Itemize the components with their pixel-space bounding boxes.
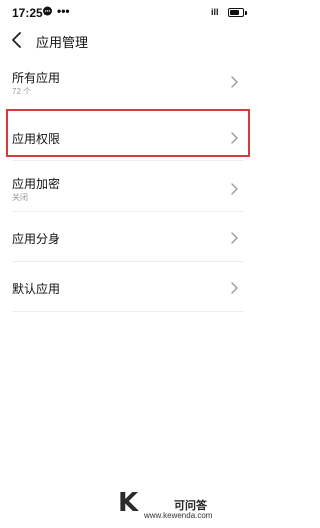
list-item-subtitle: 72 个 — [12, 87, 32, 96]
chevron-right-icon — [231, 76, 238, 88]
header: 应用管理 — [0, 26, 256, 56]
message-icon — [43, 6, 52, 16]
battery-icon — [228, 8, 247, 17]
highlight-box — [6, 109, 250, 157]
watermark: K 可问答 www.kewenda.com — [118, 488, 232, 522]
list-item-default-apps[interactable]: 默认应用 — [0, 262, 256, 312]
status-bar: 17:25 ••• ill — [0, 0, 256, 26]
signal-icon: ill — [211, 7, 219, 17]
page-title: 应用管理 — [36, 35, 89, 50]
status-time: 17:25 — [12, 6, 43, 20]
chevron-right-icon — [231, 232, 238, 244]
divider — [12, 311, 244, 312]
list-item-app-clone[interactable]: 应用分身 — [0, 212, 256, 262]
list-item-app-encryption[interactable]: 应用加密 关闭 — [0, 161, 256, 213]
status-dots: ••• — [57, 4, 70, 18]
chevron-right-icon — [231, 183, 238, 195]
chevron-right-icon — [231, 282, 238, 294]
list-item-label: 应用分身 — [12, 232, 61, 246]
watermark-url: www.kewenda.com — [144, 511, 213, 520]
list-item-label: 所有应用 — [12, 71, 61, 85]
list-item-label: 默认应用 — [12, 282, 61, 296]
chevron-left-icon[interactable] — [8, 30, 26, 50]
list-item-all-apps[interactable]: 所有应用 72 个 — [0, 56, 256, 108]
list-item-subtitle: 关闭 — [12, 193, 28, 202]
watermark-logo: K — [118, 488, 139, 518]
list-item-label: 应用加密 — [12, 177, 61, 191]
